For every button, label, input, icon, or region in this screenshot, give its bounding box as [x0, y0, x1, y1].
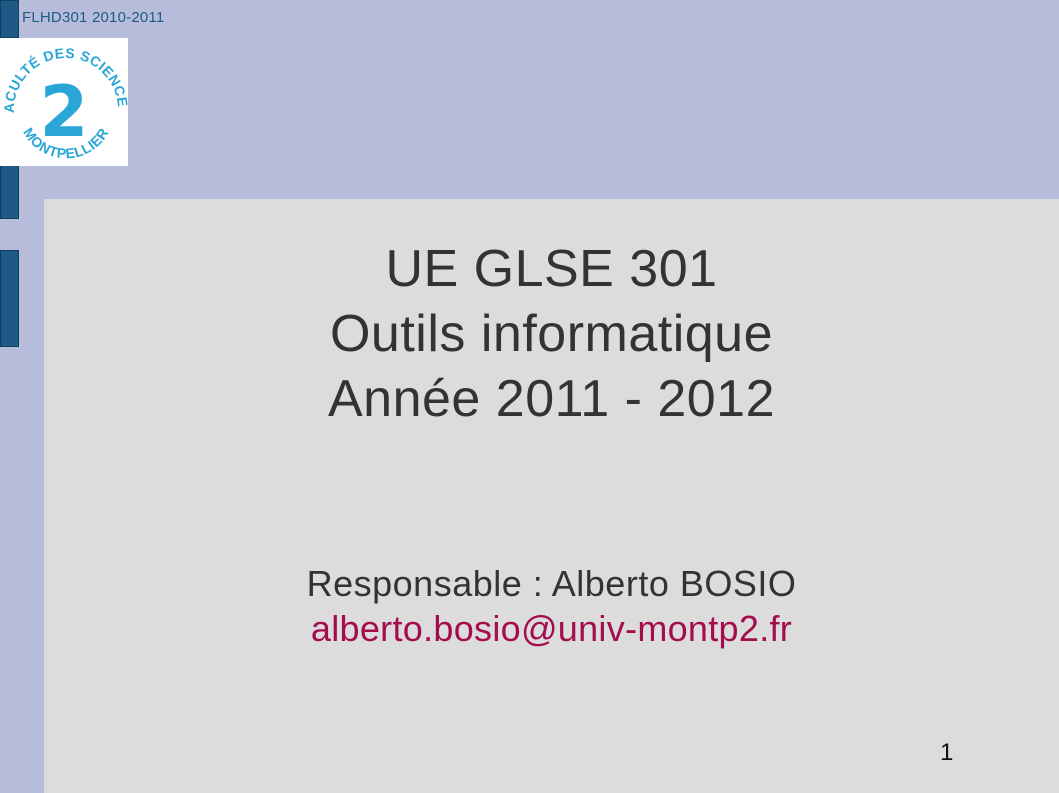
- title-line-1: UE GLSE 301: [385, 240, 718, 298]
- title-line-3: Année 2011 - 2012: [327, 370, 776, 428]
- title-line-2: Outils informatique: [329, 305, 774, 363]
- side-accent-bar-bottom: [0, 250, 19, 347]
- logo-numeral: 2: [40, 71, 89, 153]
- faculty-logo: FACULTÉ DES SCIENCES MONTPELLIER 2: [0, 25, 131, 166]
- side-accent-bar-top: [0, 0, 19, 38]
- course-code: FLHD301 2010-2011: [22, 9, 165, 26]
- side-accent-bar-middle: [0, 165, 19, 219]
- faculty-seal-icon: FACULTÉ DES SCIENCES MONTPELLIER 2: [0, 25, 131, 162]
- slide-title: UE GLSE 301 Outils informatique Année 20…: [44, 237, 1059, 432]
- responsable-text: Responsable : Alberto BOSIO: [306, 563, 797, 604]
- slide-content-panel: UE GLSE 301 Outils informatique Année 20…: [44, 199, 1059, 793]
- page-number: 1: [940, 739, 954, 766]
- email-link[interactable]: alberto.bosio@univ-montp2.fr: [44, 607, 1059, 651]
